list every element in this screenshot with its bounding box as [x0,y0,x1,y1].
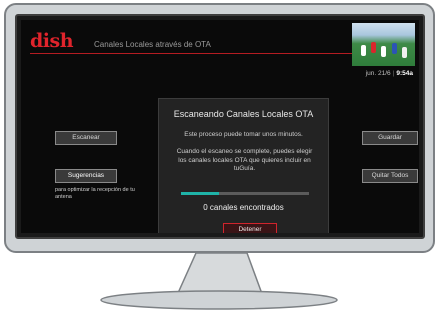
monitor-stand [100,252,338,310]
stand-base [100,290,338,310]
